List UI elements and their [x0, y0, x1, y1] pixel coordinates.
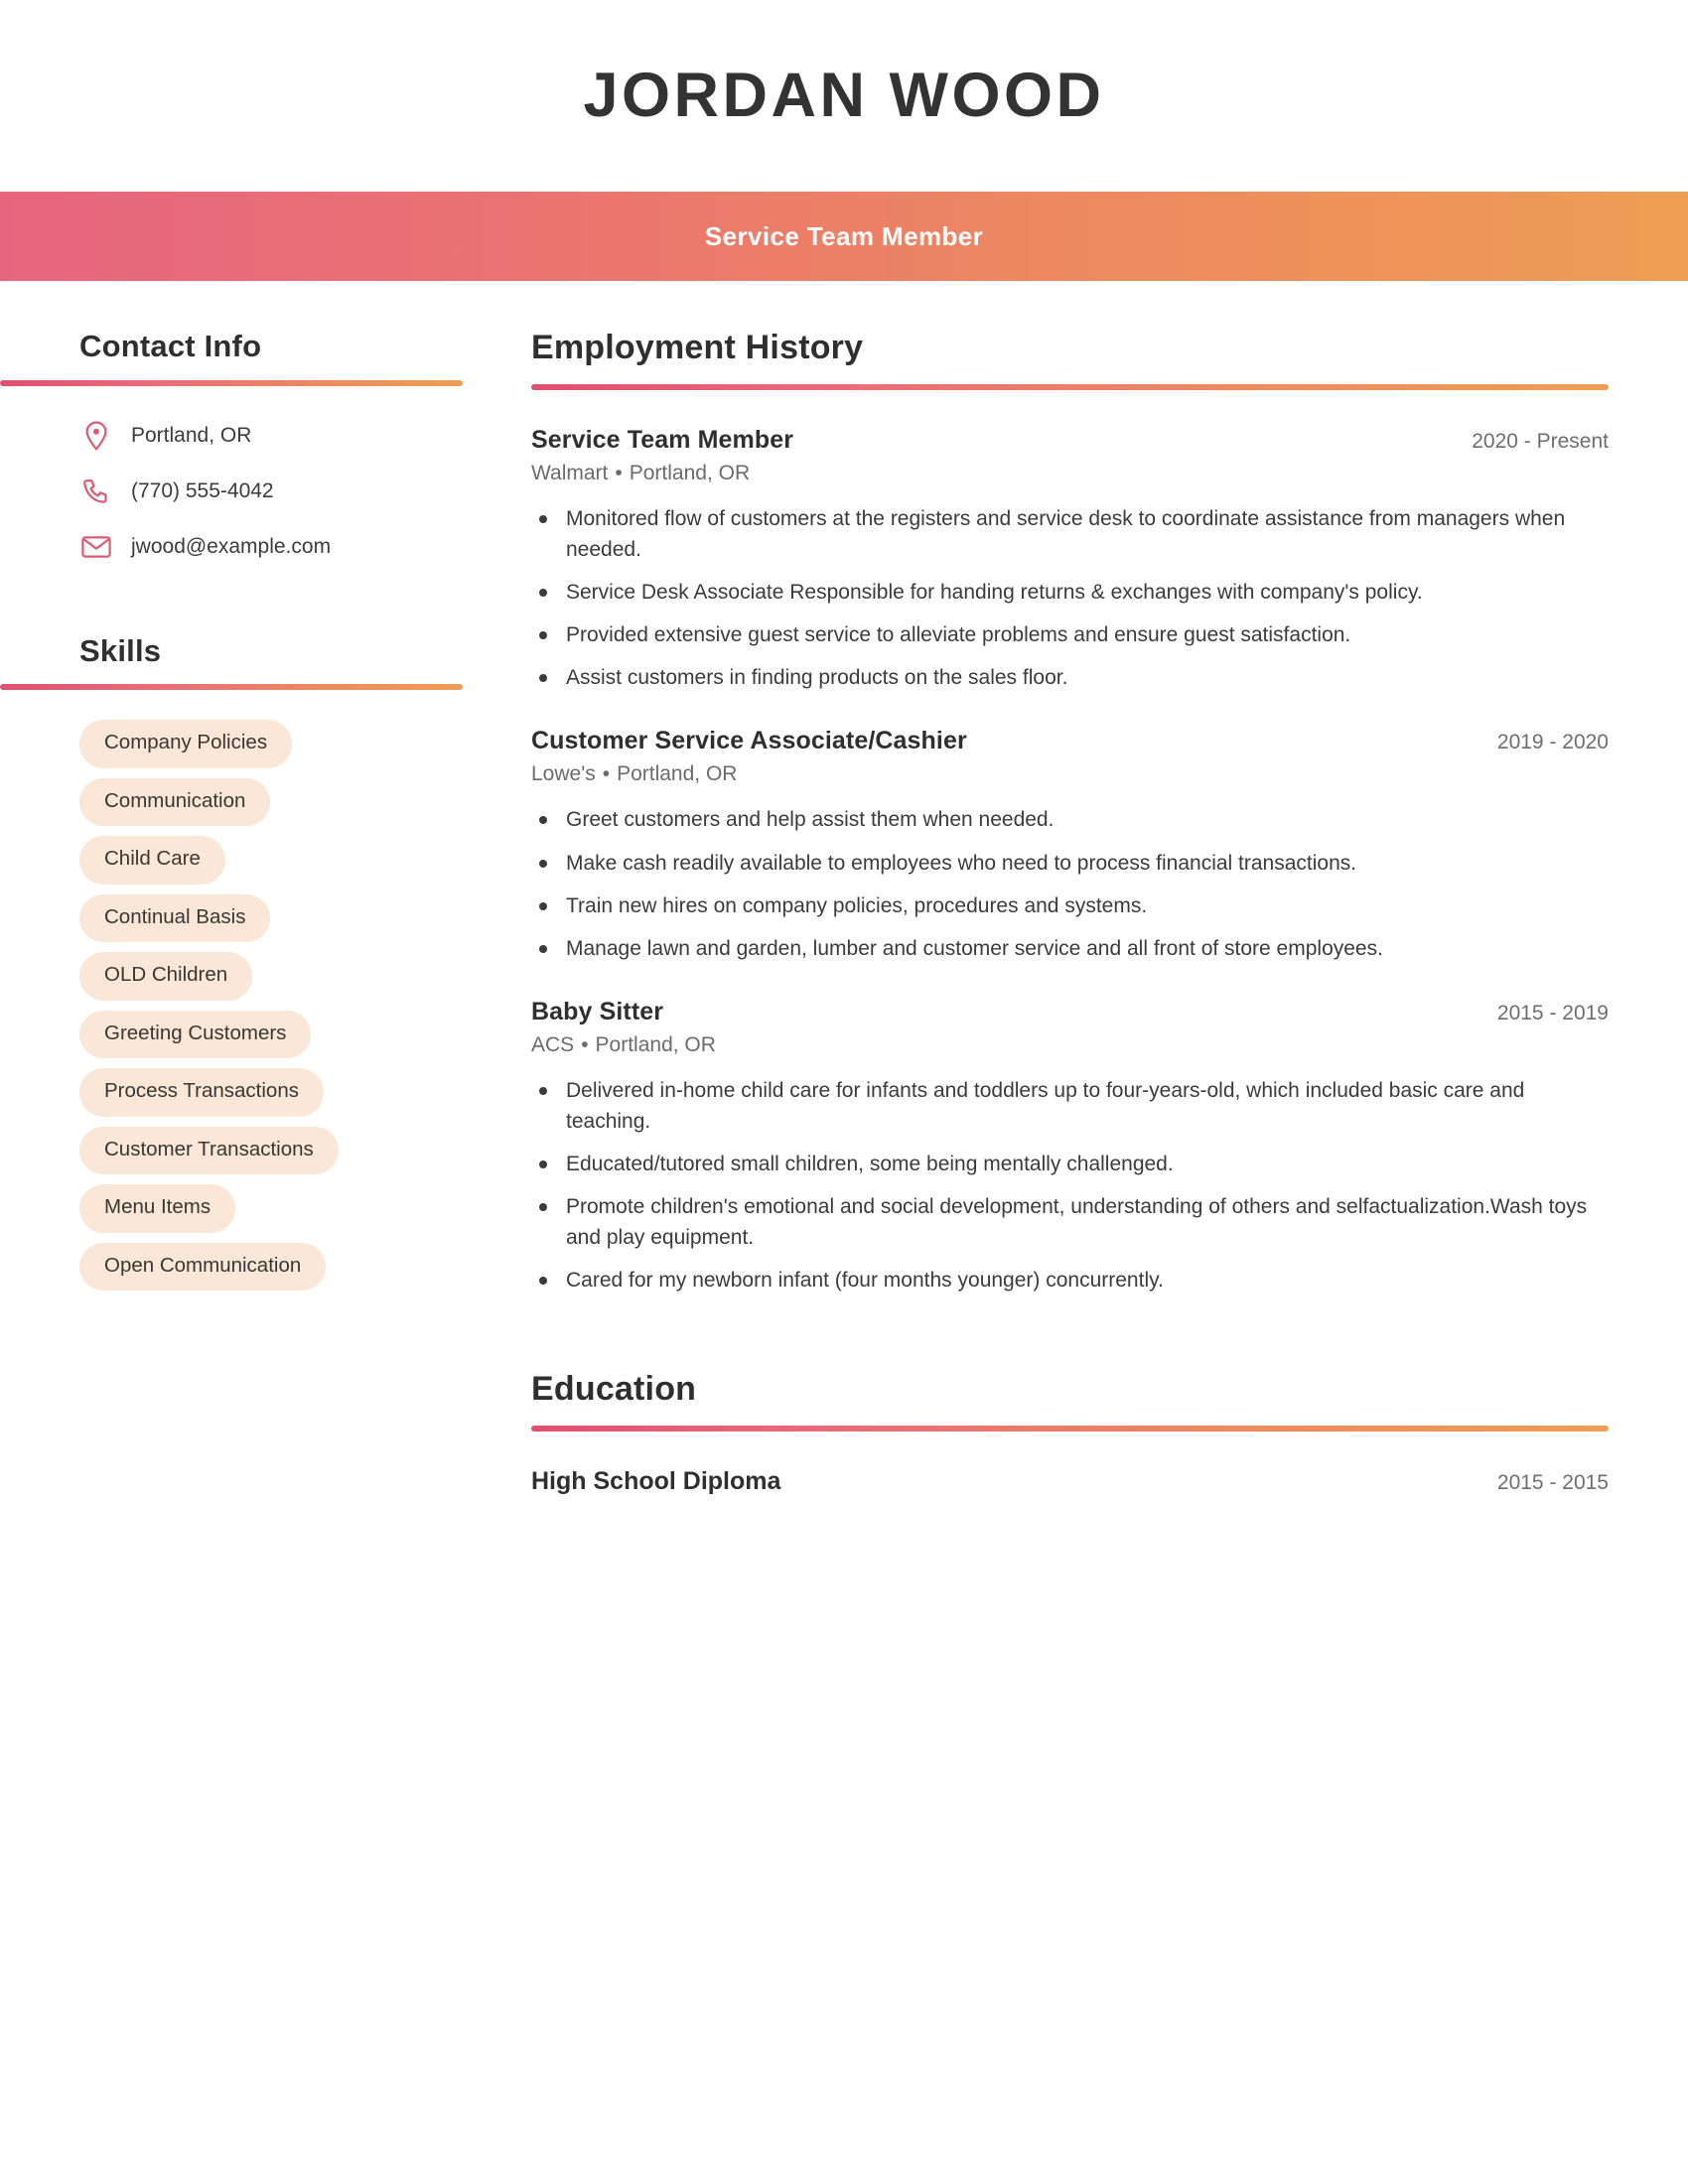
list-item: Provided extensive guest service to alle…: [531, 619, 1599, 650]
job-dates: 2020 - Present: [1472, 430, 1609, 454]
contact-item-phone: (770) 555-4042: [79, 475, 467, 508]
contact-item-email: jwood@example.com: [79, 530, 467, 564]
employment-entry-header: Customer Service Associate/Cashier 2019 …: [531, 727, 1609, 755]
job-dates: 2019 - 2020: [1496, 731, 1609, 754]
job-company: Lowe's: [531, 762, 596, 786]
meta-separator: •: [602, 762, 611, 786]
envelope-icon: [79, 530, 113, 564]
main-content: Employment History Service Team Member 2…: [467, 281, 1688, 1496]
list-item: Manage lawn and garden, lumber and custo…: [531, 933, 1599, 964]
employment-history-heading: Employment History: [531, 329, 864, 366]
list-item: Communication: [79, 777, 467, 837]
sidebar: Contact Info Portland, OR (770) 555-4042…: [0, 281, 467, 1300]
skill-chip: Company Policies: [79, 720, 293, 768]
education-dates: 2015 - 2015: [1496, 1471, 1609, 1495]
job-location: Portland, OR: [617, 762, 738, 786]
contact-item-location: Portland, OR: [79, 419, 467, 453]
list-item: Menu Items: [79, 1184, 467, 1243]
skill-chip: Menu Items: [79, 1184, 236, 1233]
meta-separator: •: [581, 1032, 589, 1056]
skill-chip: Process Transactions: [79, 1068, 324, 1117]
education-entry-header: High School Diploma 2015 - 2015: [531, 1467, 1609, 1496]
job-location: Portland, OR: [595, 1032, 716, 1056]
phone-icon: [79, 475, 113, 508]
list-item: Promote children's emotional and social …: [531, 1191, 1599, 1253]
job-role-title: Customer Service Associate/Cashier: [531, 727, 967, 755]
job-bullet-list: Monitored flow of customers at the regis…: [531, 503, 1609, 693]
education-entry: High School Diploma 2015 - 2015: [531, 1467, 1609, 1496]
list-item: Company Policies: [79, 720, 467, 778]
section-divider: [0, 684, 463, 691]
job-title: Service Team Member: [704, 220, 984, 251]
skill-chip: Continual Basis: [79, 893, 271, 943]
list-item: Educated/tutored small children, some be…: [531, 1149, 1599, 1179]
list-item: Train new hires on company policies, pro…: [531, 890, 1599, 921]
meta-separator: •: [615, 462, 623, 485]
skill-chip: Communication: [79, 777, 271, 827]
contact-email-value: jwood@example.com: [131, 534, 332, 558]
list-item: Process Transactions: [79, 1068, 467, 1127]
section-divider: [0, 379, 463, 386]
employment-entry: Customer Service Associate/Cashier 2019 …: [531, 727, 1609, 963]
job-role-title: Service Team Member: [531, 426, 794, 455]
location-pin-icon: [79, 419, 113, 453]
list-item: Greeting Customers: [79, 1010, 467, 1069]
contact-list: Portland, OR (770) 555-4042 jwood@exampl…: [0, 419, 467, 564]
employment-entries: Service Team Member 2020 - Present Walma…: [531, 426, 1609, 1296]
list-item: OLD Children: [79, 952, 467, 1011]
list-item: Continual Basis: [79, 893, 467, 953]
employment-entry-header: Baby Sitter 2015 - 2019: [531, 998, 1609, 1026]
list-item: Make cash readily available to employees…: [531, 848, 1599, 879]
employment-entry-header: Service Team Member 2020 - Present: [531, 426, 1609, 455]
education-heading: Education: [531, 1370, 697, 1409]
employment-entry: Service Team Member 2020 - Present Walma…: [531, 426, 1609, 693]
section-divider: [531, 384, 1609, 391]
page-title: JORDAN WOOD: [583, 61, 1105, 130]
skill-chip: OLD Children: [79, 952, 253, 1001]
list-item: Monitored flow of customers at the regis…: [531, 503, 1599, 565]
skill-chip: Greeting Customers: [79, 1010, 312, 1059]
job-title-band: Service Team Member: [0, 192, 1688, 281]
contact-info-section: Contact Info Portland, OR (770) 555-4042…: [0, 329, 467, 564]
list-item: Greet customers and help assist them whe…: [531, 804, 1599, 835]
resume-page: JORDAN WOOD Service Team Member Contact …: [0, 0, 1688, 2184]
job-bullet-list: Greet customers and help assist them whe…: [531, 804, 1609, 963]
list-item: Customer Transactions: [79, 1126, 467, 1185]
skills-heading: Skills: [79, 632, 162, 668]
skills-section: Skills Company Policies Communication Ch…: [0, 633, 467, 1301]
education-section: Education High School Diploma 2015 - 201…: [531, 1370, 1609, 1496]
contact-phone-value: (770) 555-4042: [131, 478, 274, 502]
list-item: Cared for my newborn infant (four months…: [531, 1265, 1599, 1296]
job-company-location: Walmart • Portland, OR: [531, 462, 1609, 485]
skill-chip: Open Communication: [79, 1242, 327, 1292]
job-company: Walmart: [531, 462, 609, 485]
job-company-location: Lowe's • Portland, OR: [531, 762, 1609, 786]
skill-chip: Child Care: [79, 836, 225, 885]
list-item: Open Communication: [79, 1242, 467, 1301]
job-location: Portland, OR: [629, 462, 751, 485]
employment-history-section: Employment History Service Team Member 2…: [531, 329, 1609, 1296]
contact-info-heading: Contact Info: [79, 329, 262, 363]
list-item: Service Desk Associate Responsible for h…: [531, 577, 1599, 608]
skill-chip: Customer Transactions: [79, 1126, 339, 1175]
employment-entry: Baby Sitter 2015 - 2019 ACS • Portland, OR…: [531, 998, 1609, 1296]
resume-body: Contact Info Portland, OR (770) 555-4042…: [0, 281, 1688, 1496]
job-role-title: Baby Sitter: [531, 997, 664, 1025]
list-item: Assist customers in finding products on …: [531, 662, 1599, 693]
list-item: Child Care: [79, 836, 467, 894]
job-dates: 2015 - 2019: [1496, 1001, 1609, 1024]
section-divider: [531, 1426, 1609, 1433]
job-bullet-list: Delivered in-home child care for infants…: [531, 1075, 1609, 1296]
skills-list: Company Policies Communication Child Car…: [0, 720, 467, 1300]
job-company: ACS: [531, 1032, 575, 1056]
contact-location-value: Portland, OR: [131, 423, 252, 447]
job-company-location: ACS • Portland, OR: [531, 1033, 1609, 1057]
education-degree: High School Diploma: [531, 1467, 781, 1496]
list-item: Delivered in-home child care for infants…: [531, 1075, 1599, 1137]
resume-header: JORDAN WOOD: [0, 0, 1688, 192]
